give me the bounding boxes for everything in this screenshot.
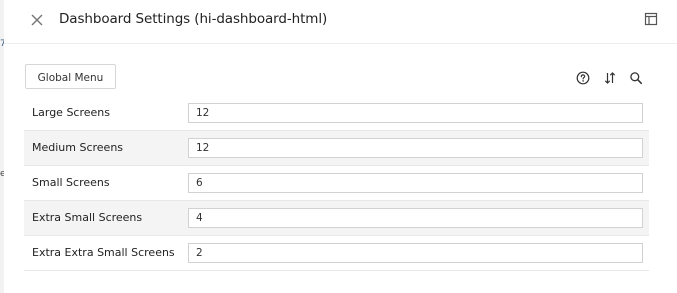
setting-row-extra-extra-small-screens: Extra Extra Small Screens	[24, 236, 649, 271]
setting-label: Extra Small Screens	[32, 211, 143, 224]
extra-small-screens-input[interactable]	[188, 208, 643, 228]
panel-layout-icon[interactable]	[644, 11, 658, 26]
close-icon[interactable]	[28, 11, 46, 29]
setting-row-medium-screens: Medium Screens	[24, 131, 649, 166]
large-screens-input[interactable]	[188, 103, 643, 123]
extra-extra-small-screens-input[interactable]	[188, 243, 643, 263]
dashboard-settings-panel: Dashboard Settings (hi-dashboard-html) G…	[4, 0, 677, 293]
screen-settings-list: Large Screens Medium Screens Small Scree…	[24, 96, 649, 271]
help-circle-icon[interactable]	[576, 70, 590, 85]
setting-row-small-screens: Small Screens	[24, 166, 649, 201]
panel-header: Dashboard Settings (hi-dashboard-html)	[4, 0, 677, 44]
small-screens-input[interactable]	[188, 173, 643, 193]
setting-row-large-screens: Large Screens	[24, 96, 649, 131]
panel-title: Dashboard Settings (hi-dashboard-html)	[59, 11, 328, 27]
setting-label: Large Screens	[32, 106, 110, 119]
setting-label: Extra Extra Small Screens	[32, 246, 175, 259]
global-menu-button[interactable]: Global Menu	[25, 64, 116, 89]
medium-screens-input[interactable]	[188, 138, 643, 158]
sort-icon[interactable]	[603, 70, 617, 84]
setting-label: Small Screens	[32, 176, 110, 189]
app-window: 7 e Dashboard Settings (hi-dashboard-htm…	[0, 0, 677, 293]
settings-toolbar: Global Menu	[4, 64, 677, 90]
setting-row-extra-small-screens: Extra Small Screens	[24, 201, 649, 236]
setting-label: Medium Screens	[32, 141, 124, 154]
search-icon[interactable]	[629, 70, 643, 85]
